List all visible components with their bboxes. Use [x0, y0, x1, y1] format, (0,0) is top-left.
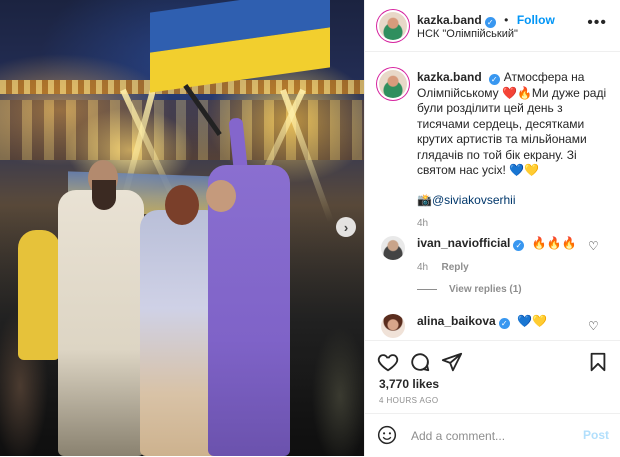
verified-badge-icon: ✓: [513, 240, 525, 251]
more-dots-icon[interactable]: •••: [587, 14, 607, 32]
verified-badge-icon: ✓: [484, 17, 496, 28]
heart-icon[interactable]: [377, 351, 399, 373]
stage-lights-band: [0, 100, 364, 160]
smiley-icon[interactable]: [377, 425, 397, 445]
caption-avatar[interactable]: [379, 70, 407, 98]
verified-badge-icon: ✓: [498, 318, 510, 329]
comment-icon[interactable]: [409, 351, 431, 373]
post-actions: 3,770 likes 4 HOURS AGO Post: [365, 340, 620, 456]
caption-username[interactable]: kazka.band: [417, 70, 482, 84]
post-comment-button[interactable]: Post: [583, 428, 609, 442]
comment-text: 🔥🔥🔥: [531, 236, 577, 250]
paper-plane-icon[interactable]: [441, 351, 463, 373]
chevron-right-icon[interactable]: ›: [336, 217, 356, 237]
post-photo[interactable]: ›: [0, 0, 364, 456]
comment-like-heart-icon[interactable]: ♡: [588, 240, 600, 252]
post-sidebar: kazka.band ✓ • Follow НСК "Олімпійський" …: [364, 0, 620, 456]
follow-button[interactable]: Follow: [517, 13, 555, 27]
caption-mention-link[interactable]: @siviakovserhii: [432, 193, 516, 207]
header-username[interactable]: kazka.band: [417, 13, 482, 27]
person-head: [165, 185, 199, 225]
caption: kazka.band ✓ Атмосфера на Олімпійському ❤️…: [417, 70, 607, 232]
bookmark-icon[interactable]: [587, 351, 609, 373]
person-head: [206, 180, 236, 212]
comment-text: 💙💛: [517, 314, 547, 328]
likes-count[interactable]: 3,770 likes: [379, 377, 439, 391]
verified-badge-icon: ✓: [488, 74, 500, 85]
divider: [417, 288, 437, 290]
post-time[interactable]: 4 HOURS AGO: [379, 396, 439, 405]
caption-text: Атмосфера на Олімпійському ❤️🔥Ми дуже ра…: [417, 70, 607, 177]
comment-avatar[interactable]: [381, 236, 405, 260]
view-replies-label: View replies (1): [449, 284, 522, 295]
comment-time[interactable]: 4h: [417, 262, 428, 273]
avatar[interactable]: [379, 12, 407, 40]
ukrainian-flag: [150, 0, 330, 93]
comment-username[interactable]: ivan_naviofficial: [417, 236, 510, 250]
reply-button[interactable]: Reply: [441, 262, 468, 273]
comment-username[interactable]: alina_baikova: [417, 314, 496, 328]
location-link[interactable]: НСК "Олімпійський": [417, 28, 518, 40]
comment-avatar[interactable]: [381, 314, 405, 338]
instagram-post: › kazka.band ✓ • Follow НСК "Олімпійський…: [0, 0, 620, 456]
comment-like-heart-icon[interactable]: ♡: [588, 320, 600, 332]
view-replies-button[interactable]: View replies (1): [417, 284, 522, 295]
person-yellow-suit: [18, 230, 60, 360]
post-header: kazka.band ✓ • Follow НСК "Олімпійський" …: [365, 0, 620, 52]
camera-emoji: 📸: [417, 192, 432, 207]
separator: •: [504, 13, 509, 27]
person-beard: [92, 180, 116, 210]
header-username-row: kazka.band ✓ • Follow: [417, 11, 555, 29]
comment-item: ivan_naviofficial ✓ 🔥🔥🔥 4h Reply: [417, 236, 607, 275]
person-white-suit: [58, 190, 144, 456]
caption-time[interactable]: 4h: [417, 216, 607, 232]
comment-item: alina_baikova ✓ 💙💛: [417, 314, 607, 330]
comment-input[interactable]: [409, 428, 573, 444]
add-comment-bar: Post: [365, 413, 620, 457]
